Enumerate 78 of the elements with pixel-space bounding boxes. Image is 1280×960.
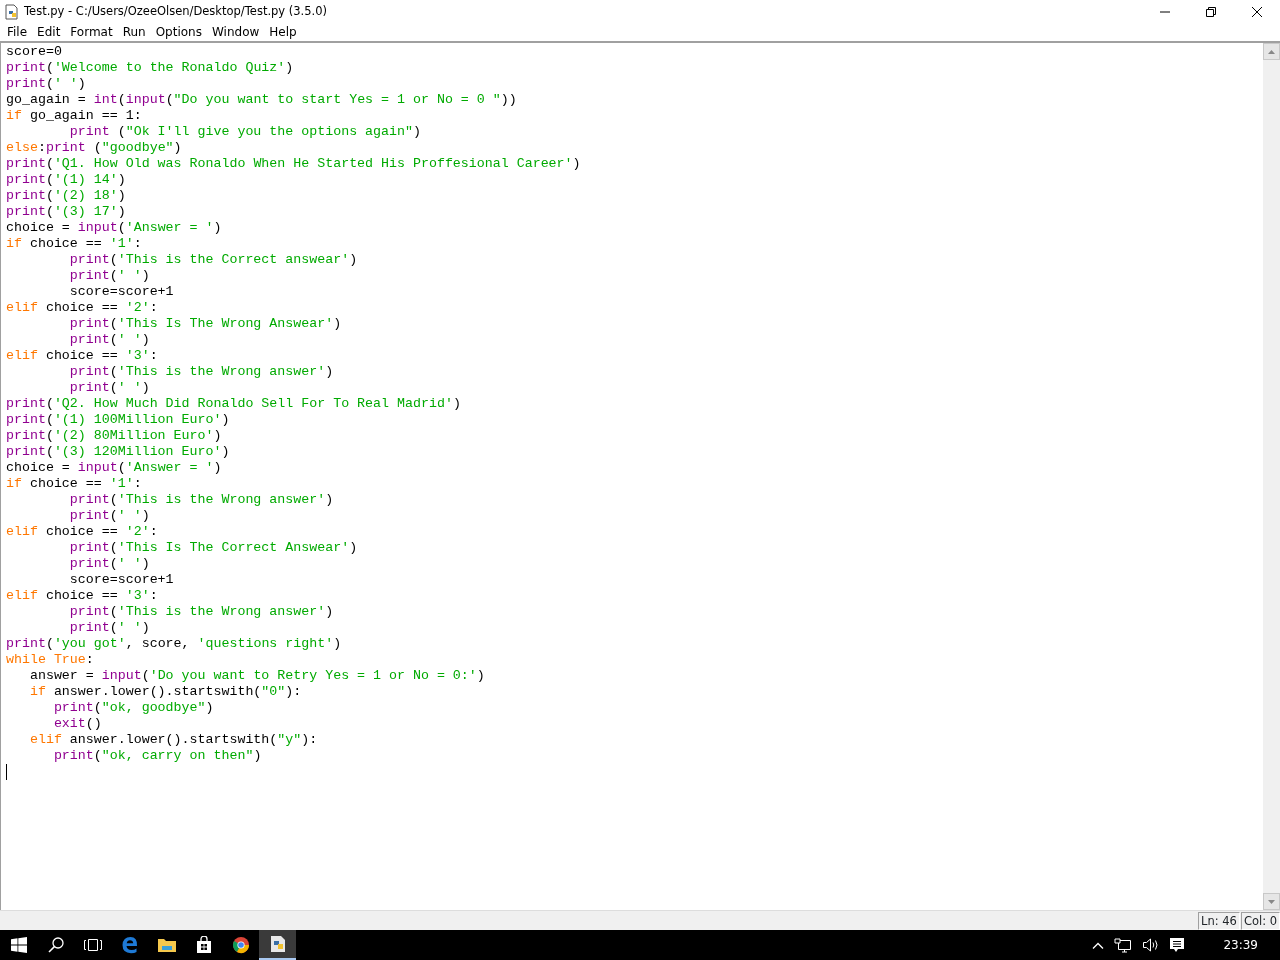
code-line: elif choice == '2': <box>6 300 158 316</box>
triangle-down-icon <box>1268 899 1275 904</box>
code-line: score=score+1 <box>68 284 174 300</box>
menu-item[interactable]: Format <box>65 23 118 41</box>
code-line: print("ok, carry on then") <box>52 748 262 764</box>
code-line: score=score+1 <box>68 572 174 588</box>
chevron-up-icon[interactable] <box>1092 941 1105 949</box>
code-line: print('This Is The Correct Answear') <box>68 540 358 556</box>
code-line: print(' ') <box>68 620 150 636</box>
clock[interactable]: 23:39 <box>1223 936 1258 954</box>
code-line: print('(3) 17') <box>6 204 126 220</box>
python-file-icon <box>268 935 287 953</box>
python-file-icon <box>4 3 20 20</box>
code-line: elif choice == '3': <box>6 588 158 604</box>
code-line: print(' ') <box>68 332 150 348</box>
scroll-down-button[interactable] <box>1263 893 1280 910</box>
code-line: print(' ') <box>6 76 86 92</box>
restore-icon <box>1205 5 1217 18</box>
line-number: Ln: 46 <box>1198 911 1240 930</box>
code-line: exit() <box>52 716 102 732</box>
shopping-bag-icon <box>195 936 212 954</box>
code-line: score=0 <box>6 44 62 60</box>
code-line: print ("Ok I'll give you the options again") <box>68 124 421 140</box>
code-line: print('This Is The Wrong Answear') <box>68 316 342 332</box>
notification-icon[interactable] <box>1169 937 1186 953</box>
menu-item[interactable]: Edit <box>32 23 66 41</box>
code-line: print('This is the Wrong answer') <box>68 604 334 620</box>
code-line: print('(3) 120Million Euro') <box>6 444 230 460</box>
scrollbar[interactable] <box>1263 43 1280 910</box>
code-line: print('(1) 14') <box>6 172 126 188</box>
column-number: Col: 0 <box>1240 911 1280 930</box>
code-line: print("ok, goodbye") <box>52 700 214 716</box>
menu-item[interactable]: Window <box>206 23 265 41</box>
code-line: go_again = int(input("Do you want to start Yes = 1 or No = 0 ")) <box>6 92 517 108</box>
text-cursor <box>6 764 7 780</box>
code-line: if answer.lower().startswith("0"): <box>28 684 302 700</box>
code-line: if go_again == 1: <box>6 108 142 124</box>
scroll-up-button[interactable] <box>1263 43 1280 60</box>
triangle-up-icon <box>1268 49 1275 54</box>
code-line: print('This is the Correct answear') <box>68 252 358 268</box>
code-line: choice = input('Answer = ') <box>6 460 222 476</box>
code-line: print('Q1. How Old was Ronaldo When He Started His Proffesional Career') <box>6 156 581 172</box>
speaker-icon[interactable] <box>1142 938 1160 952</box>
menu-item[interactable]: File <box>2 23 33 41</box>
menu-item[interactable]: Options <box>150 23 207 41</box>
folder-icon <box>156 937 177 953</box>
code-line: elif choice == '2': <box>6 524 158 540</box>
code-line: print('(2) 80Million Euro') <box>6 428 222 444</box>
browser-e-icon <box>120 936 139 954</box>
code-line: print(' ') <box>68 268 150 284</box>
code-line: if choice == '1': <box>6 236 142 252</box>
code-line: print(' ') <box>68 380 150 396</box>
taskbar-button[interactable] <box>259 930 296 960</box>
code-line: elif choice == '3': <box>6 348 158 364</box>
code-line: answer = input('Do you want to Retry Yes = 1 or No = 0:') <box>28 668 485 684</box>
code-line: print('you got', score, 'questions right') <box>6 636 342 652</box>
code-line: print(' ') <box>68 508 150 524</box>
menu-item[interactable]: Help <box>264 23 302 41</box>
menu-item[interactable]: Run <box>117 23 151 41</box>
search-icon <box>47 937 64 953</box>
task-view-icon <box>82 938 103 952</box>
windows-logo-icon <box>10 937 27 953</box>
network-icon[interactable] <box>1114 937 1133 953</box>
code-line: print('This is the Wrong answer') <box>68 492 334 508</box>
code-line: print(' ') <box>68 556 150 572</box>
code-line: while True: <box>6 652 94 668</box>
code-line: if choice == '1': <box>6 476 142 492</box>
code-line: print('This is the Wrong answer') <box>68 364 334 380</box>
chrome-logo-icon <box>231 936 250 954</box>
close-icon <box>1251 5 1263 18</box>
code-line: choice = input('Answer = ') <box>6 220 222 236</box>
code-line: elif answer.lower().startswith("y"): <box>28 732 318 748</box>
code-line: print('(2) 18') <box>6 188 126 204</box>
code-line: print('Welcome to the Ronaldo Quiz') <box>6 60 294 76</box>
code-line: print('(1) 100Million Euro') <box>6 412 230 428</box>
code-line: else:print ("goodbye") <box>6 140 182 156</box>
window-title: Test.py - C:/Users/OzeeOlsen/Desktop/Test.py (3.5.0) <box>24 2 328 20</box>
code-line: print('Q2. How Much Did Ronaldo Sell For To Real Madrid') <box>6 396 461 412</box>
